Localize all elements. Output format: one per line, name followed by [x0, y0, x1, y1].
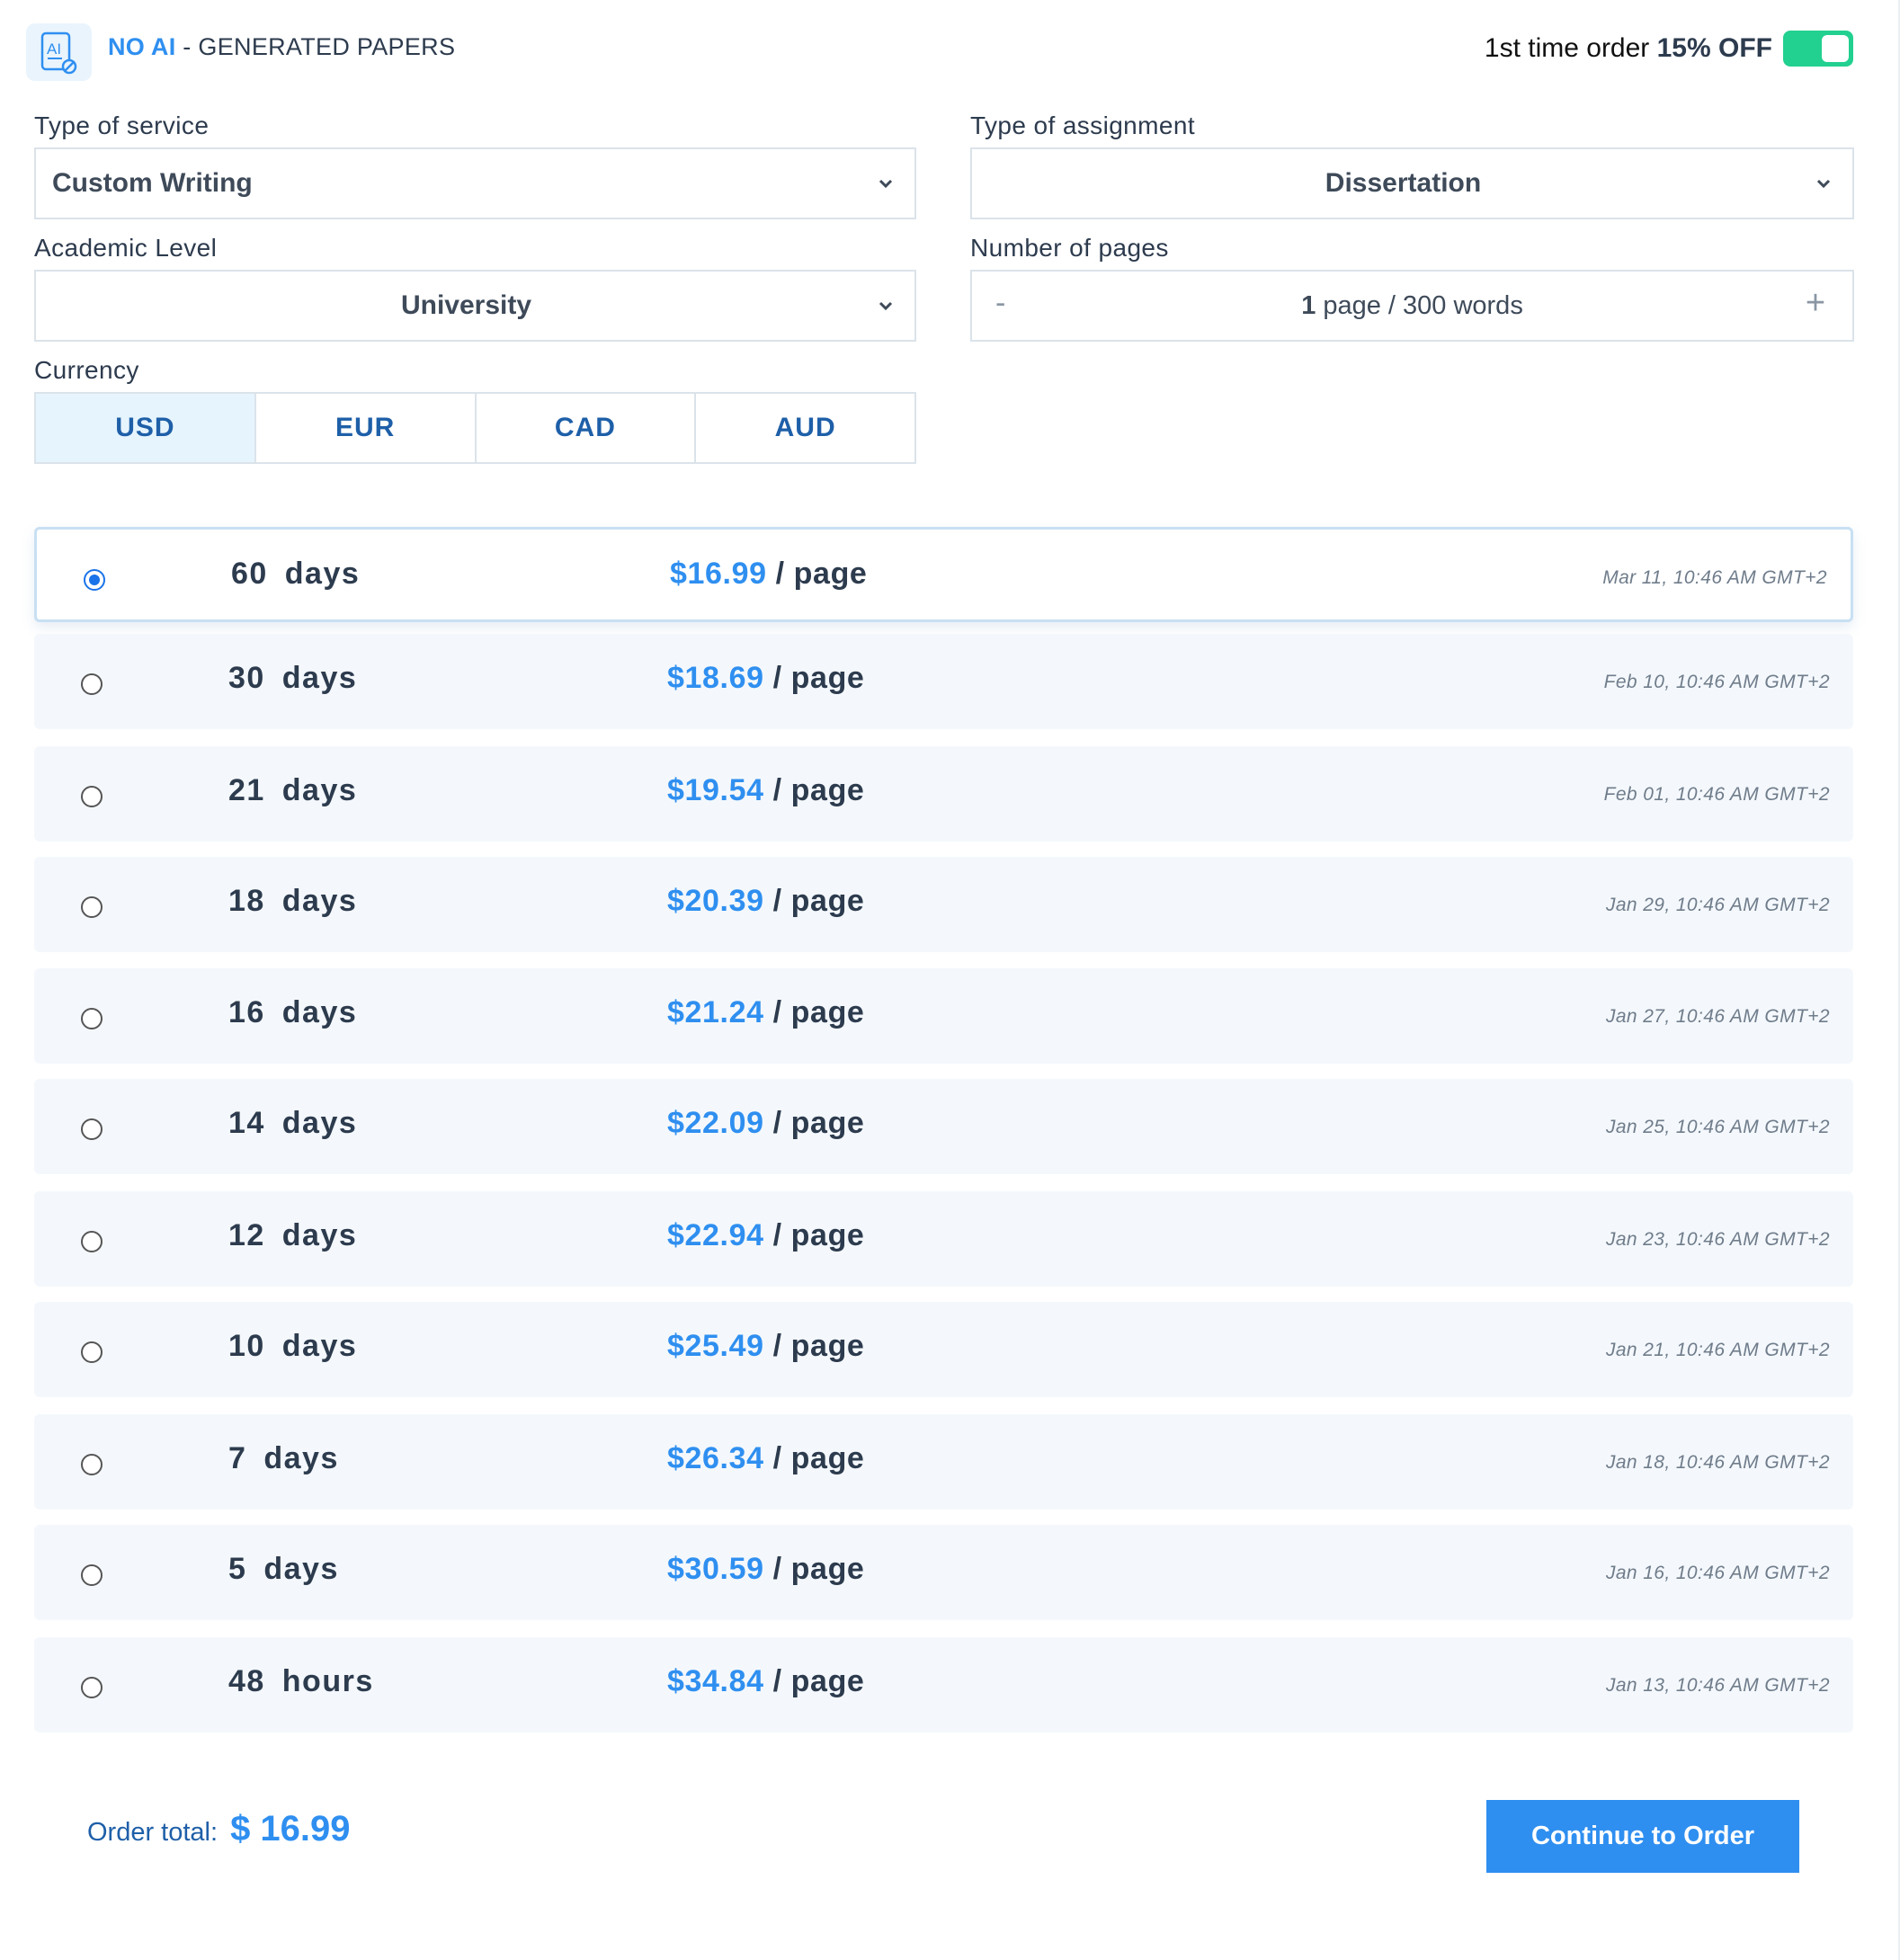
deadline-price: $16.99/ page	[670, 557, 868, 591]
currency-selector: USD EUR CAD AUD	[34, 392, 916, 464]
svg-text:AI: AI	[47, 40, 61, 58]
deadline-option[interactable]: 14 days $22.09/ page Jan 25, 10:46 AM GM…	[34, 1079, 1853, 1174]
assignment-select[interactable]: Dissertation	[970, 147, 1854, 219]
deadline-radio[interactable]	[81, 1564, 103, 1586]
deadline-duration: 10 days	[228, 1329, 358, 1363]
deadline-date: Jan 25, 10:46 AM GMT+2	[1605, 1117, 1830, 1137]
deadline-date: Jan 13, 10:46 AM GMT+2	[1605, 1675, 1830, 1696]
deadline-date: Jan 29, 10:46 AM GMT+2	[1605, 895, 1830, 915]
deadline-option[interactable]: 7 days $26.34/ page Jan 18, 10:46 AM GMT…	[34, 1414, 1853, 1510]
brand-title: NO AI - GENERATED PAPERS	[108, 33, 455, 61]
first-order-promo: 1st time order 15% OFF	[1485, 31, 1853, 67]
chevron-down-icon	[879, 301, 893, 311]
deadline-radio[interactable]	[81, 786, 103, 807]
service-select[interactable]: Custom Writing	[34, 147, 916, 219]
deadline-option[interactable]: 48 hours $34.84/ page Jan 13, 10:46 AM G…	[34, 1637, 1853, 1733]
deadline-radio[interactable]	[81, 1231, 103, 1252]
deadline-date: Feb 10, 10:46 AM GMT+2	[1603, 672, 1830, 692]
deadline-date: Jan 18, 10:46 AM GMT+2	[1605, 1452, 1830, 1473]
pages-count: 1	[1301, 290, 1316, 320]
deadline-duration: 12 days	[228, 1218, 358, 1252]
currency-aud[interactable]: AUD	[694, 394, 914, 462]
deadline-radio[interactable]	[81, 1341, 103, 1363]
deadline-price: $26.34/ page	[667, 1441, 865, 1475]
deadline-price: $18.69/ page	[667, 661, 865, 695]
decrease-pages-button[interactable]: -	[995, 286, 1022, 322]
assignment-label: Type of assignment	[970, 111, 1195, 139]
deadline-duration: 21 days	[228, 773, 358, 807]
currency-usd[interactable]: USD	[36, 394, 254, 462]
deadline-radio[interactable]	[81, 1677, 103, 1698]
order-total-value: $ 16.99	[230, 1809, 351, 1849]
deadline-duration: 16 days	[228, 995, 358, 1029]
assignment-value: Dissertation	[1325, 168, 1482, 198]
deadline-date: Mar 11, 10:46 AM GMT+2	[1602, 567, 1827, 588]
deadline-price: $30.59/ page	[667, 1552, 865, 1586]
currency-eur[interactable]: EUR	[254, 394, 475, 462]
deadline-duration: 60 days	[231, 557, 361, 591]
deadline-price: $25.49/ page	[667, 1329, 865, 1363]
deadline-radio[interactable]	[81, 896, 103, 918]
deadline-duration: 30 days	[228, 661, 358, 695]
order-total-label: Order total:	[87, 1818, 219, 1847]
header: AI NO AI - GENERATED PAPERS 1st time ord…	[26, 23, 1853, 81]
deadline-date: Jan 23, 10:46 AM GMT+2	[1605, 1229, 1830, 1250]
deadline-price: $19.54/ page	[667, 773, 865, 807]
promo-discount: 15% OFF	[1656, 33, 1772, 63]
promo-prefix: 1st time order	[1484, 33, 1657, 63]
deadline-duration: 48 hours	[228, 1664, 374, 1698]
deadline-price: $21.24/ page	[667, 995, 865, 1029]
deadline-option[interactable]: 18 days $20.39/ page Jan 29, 10:46 AM GM…	[34, 857, 1853, 952]
deadline-option[interactable]: 30 days $18.69/ page Feb 10, 10:46 AM GM…	[34, 634, 1853, 729]
deadline-price: $22.09/ page	[667, 1106, 865, 1140]
promo-text: 1st time order 15% OFF	[1485, 33, 1772, 64]
deadline-option[interactable]: 10 days $25.49/ page Jan 21, 10:46 AM GM…	[34, 1302, 1853, 1397]
deadline-radio[interactable]	[81, 673, 103, 695]
level-value: University	[400, 290, 532, 320]
currency-label: Currency	[34, 356, 139, 384]
brand-accent: NO AI	[108, 33, 176, 60]
deadline-date: Jan 16, 10:46 AM GMT+2	[1605, 1563, 1830, 1583]
deadline-duration: 18 days	[228, 884, 358, 918]
deadline-price: $34.84/ page	[667, 1664, 865, 1698]
deadline-date: Jan 21, 10:46 AM GMT+2	[1605, 1340, 1830, 1360]
deadline-date: Jan 27, 10:46 AM GMT+2	[1605, 1006, 1830, 1027]
deadline-date: Feb 01, 10:46 AM GMT+2	[1603, 784, 1830, 805]
deadline-duration: 14 days	[228, 1106, 358, 1140]
order-total: Order total: $ 16.99	[87, 1809, 351, 1849]
level-label: Academic Level	[34, 234, 218, 262]
pages-label: Number of pages	[970, 234, 1169, 262]
currency-cad[interactable]: CAD	[474, 394, 695, 462]
increase-pages-button[interactable]: +	[1800, 284, 1831, 324]
level-select[interactable]: University	[34, 270, 916, 342]
brand-rest: GENERATED PAPERS	[198, 33, 456, 60]
chevron-down-icon	[1816, 179, 1831, 189]
deadline-option[interactable]: 16 days $21.24/ page Jan 27, 10:46 AM GM…	[34, 968, 1853, 1064]
brand-separator: -	[175, 33, 199, 60]
service-value: Custom Writing	[52, 168, 253, 198]
promo-toggle[interactable]	[1783, 31, 1853, 67]
pages-value: 1 page / 300 words	[972, 291, 1852, 321]
ai-document-icon: AI	[26, 23, 92, 81]
deadline-radio[interactable]	[81, 1118, 103, 1140]
deadline-radio[interactable]	[81, 1454, 103, 1475]
deadline-option[interactable]: 60 days $16.99/ page Mar 11, 10:46 AM GM…	[34, 527, 1853, 622]
chevron-down-icon	[879, 179, 893, 189]
deadline-option[interactable]: 12 days $22.94/ page Jan 23, 10:46 AM GM…	[34, 1191, 1853, 1287]
deadline-duration: 7 days	[228, 1441, 339, 1475]
continue-to-order-button[interactable]: Continue to Order	[1486, 1800, 1799, 1873]
deadline-duration: 5 days	[228, 1552, 339, 1586]
service-label: Type of service	[34, 111, 210, 139]
pages-stepper: - 1 page / 300 words +	[970, 270, 1854, 342]
deadline-option[interactable]: 5 days $30.59/ page Jan 16, 10:46 AM GMT…	[34, 1525, 1853, 1620]
deadline-radio[interactable]	[84, 569, 105, 591]
deadline-radio[interactable]	[81, 1008, 103, 1029]
deadline-price: $20.39/ page	[667, 884, 865, 918]
deadline-option[interactable]: 21 days $19.54/ page Feb 01, 10:46 AM GM…	[34, 746, 1853, 842]
deadline-price: $22.94/ page	[667, 1218, 865, 1252]
toggle-knob	[1822, 35, 1849, 62]
pages-unit: page / 300 words	[1323, 290, 1523, 320]
